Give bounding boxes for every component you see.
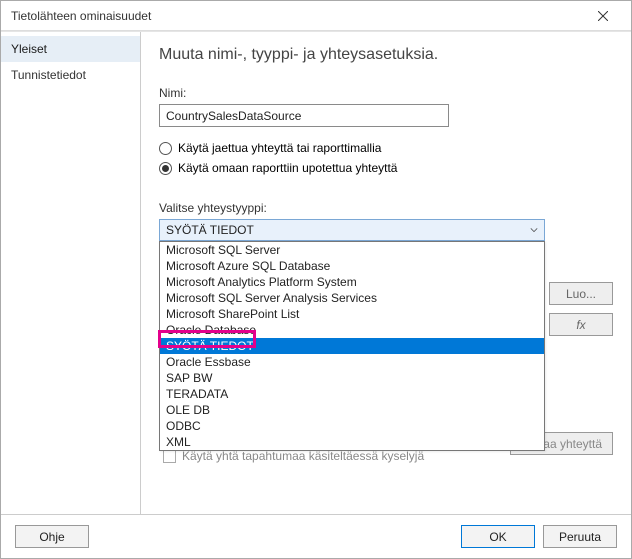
radio-shared-connection[interactable]: Käytä jaettua yhteyttä tai raporttimalli… [159,141,613,155]
option-sharepoint[interactable]: Microsoft SharePoint List [160,306,544,322]
close-icon [598,11,608,21]
option-teradata[interactable]: TERADATA [160,386,544,402]
radio-icon [159,162,172,175]
connection-type-label: Valitse yhteystyyppi: [159,201,613,215]
option-azure-sql[interactable]: Microsoft Azure SQL Database [160,258,544,274]
dialog-body: Yleiset Tunnistetiedot Muuta nimi-, tyyp… [1,31,631,514]
radio-icon [159,142,172,155]
radio-shared-label: Käytä jaettua yhteyttä tai raporttimalli… [178,141,381,155]
cancel-button[interactable]: Peruuta [543,525,617,548]
dialog-footer: Ohje OK Peruuta [1,514,631,558]
sidebar: Yleiset Tunnistetiedot [1,32,141,514]
connection-type-combobox[interactable]: SYÖTÄ TIEDOT [159,219,545,241]
option-odbc[interactable]: ODBC [160,418,544,434]
build-button[interactable]: Luo... [549,282,613,305]
radio-embedded-label: Käytä omaan raporttiin upotettua yhteytt… [178,161,397,175]
combo-selected-text: SYÖTÄ TIEDOT [166,223,254,237]
name-label: Nimi: [159,86,613,100]
option-sapbw[interactable]: SAP BW [160,370,544,386]
fx-button[interactable]: fx [549,313,613,336]
help-button[interactable]: Ohje [15,525,89,548]
option-mssql[interactable]: Microsoft SQL Server [160,242,544,258]
window-title: Tietolähteen ominaisuudet [11,9,583,23]
title-bar: Tietolähteen ominaisuudet [1,1,631,31]
option-oracle-db[interactable]: Oracle Database [160,322,544,338]
option-xml[interactable]: XML [160,434,544,450]
main-panel: Muuta nimi-, tyyppi- ja yhteysasetuksia.… [141,32,631,514]
connection-type-listbox[interactable]: Microsoft SQL Server Microsoft Azure SQL… [159,241,545,451]
radio-embedded-connection[interactable]: Käytä omaan raporttiin upotettua yhteytt… [159,161,613,175]
close-button[interactable] [583,2,623,30]
page-heading: Muuta nimi-, tyyppi- ja yhteysasetuksia. [159,46,613,64]
ok-button[interactable]: OK [461,525,535,548]
option-aps[interactable]: Microsoft Analytics Platform System [160,274,544,290]
tab-general[interactable]: Yleiset [1,36,140,62]
checkbox-icon [163,450,176,463]
option-oledb[interactable]: OLE DB [160,402,544,418]
tab-credentials[interactable]: Tunnistetiedot [1,62,140,88]
option-oracle-essbase[interactable]: Oracle Essbase [160,354,544,370]
chevron-down-icon [530,223,538,237]
option-ssas[interactable]: Microsoft SQL Server Analysis Services [160,290,544,306]
single-transaction-label: Käytä yhtä tapahtumaa käsiteltäessä kyse… [182,449,424,463]
option-enter-data[interactable]: SYÖTÄ TIEDOT [160,338,544,354]
name-input[interactable] [159,104,449,127]
dialog-window: Tietolähteen ominaisuudet Yleiset Tunnis… [0,0,632,559]
